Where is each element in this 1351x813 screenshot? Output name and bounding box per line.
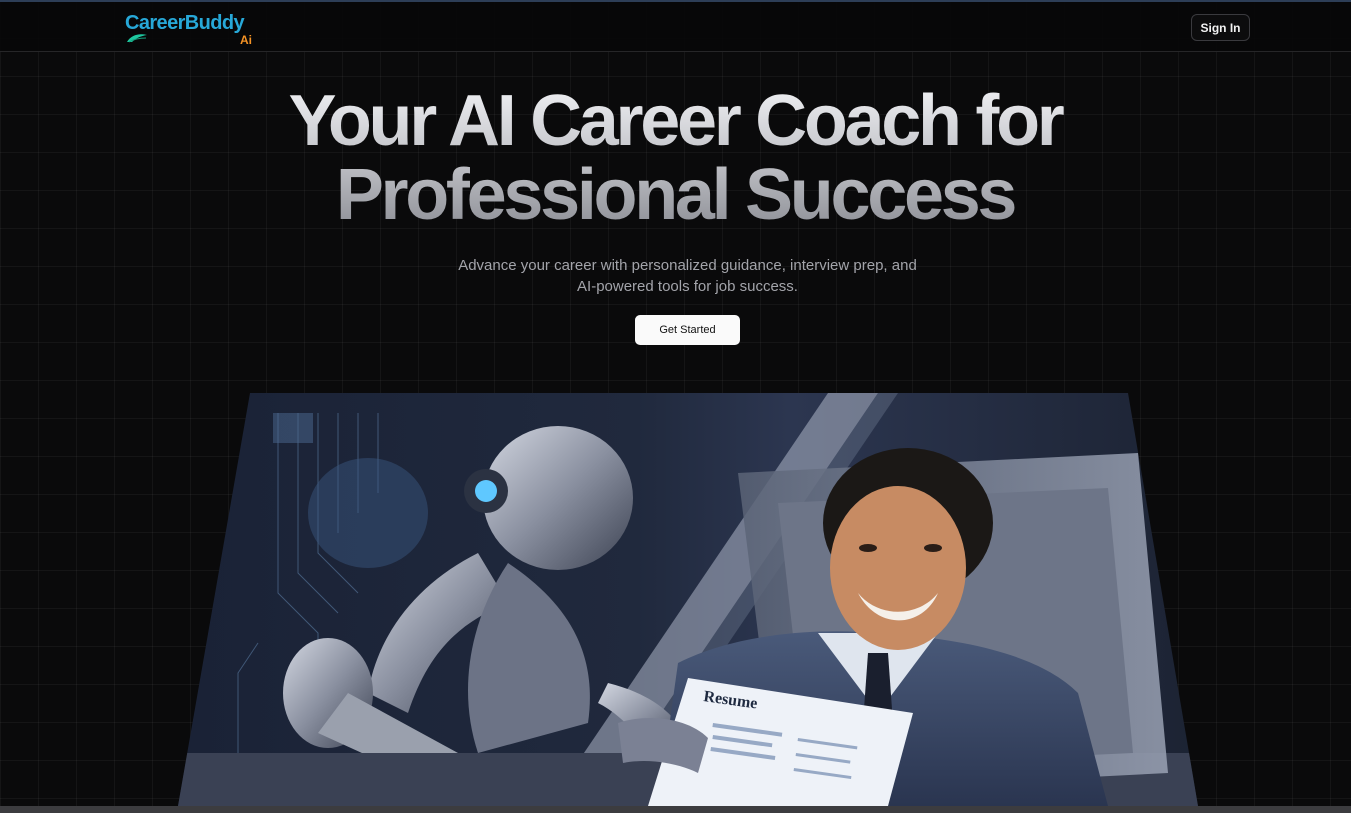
bottom-scroll-edge (0, 806, 1351, 813)
hero-title-line-2: Professional Success (335, 155, 1015, 235)
hero-title-line-1: Your AI Career Coach for (288, 81, 1062, 161)
hero-subtitle: Advance your career with personalized gu… (458, 257, 917, 295)
leaf-swoosh-icon (127, 34, 147, 43)
get-started-button[interactable]: Get Started (635, 315, 740, 345)
sign-in-button[interactable]: Sign In (1191, 14, 1250, 41)
logo-wordmark: CareerBuddy (125, 12, 245, 34)
landing-page: CareerBuddy Ai Sign In Your AI Career Co… (0, 0, 1351, 813)
navbar: CareerBuddy Ai Sign In (0, 2, 1351, 52)
logo[interactable]: CareerBuddy Ai (124, 11, 264, 47)
hero-title: Your AI Career Coach for Professional Su… (175, 84, 1175, 232)
hero-image: Resume (178, 393, 1198, 806)
logo-ai-suffix: Ai (240, 33, 252, 47)
